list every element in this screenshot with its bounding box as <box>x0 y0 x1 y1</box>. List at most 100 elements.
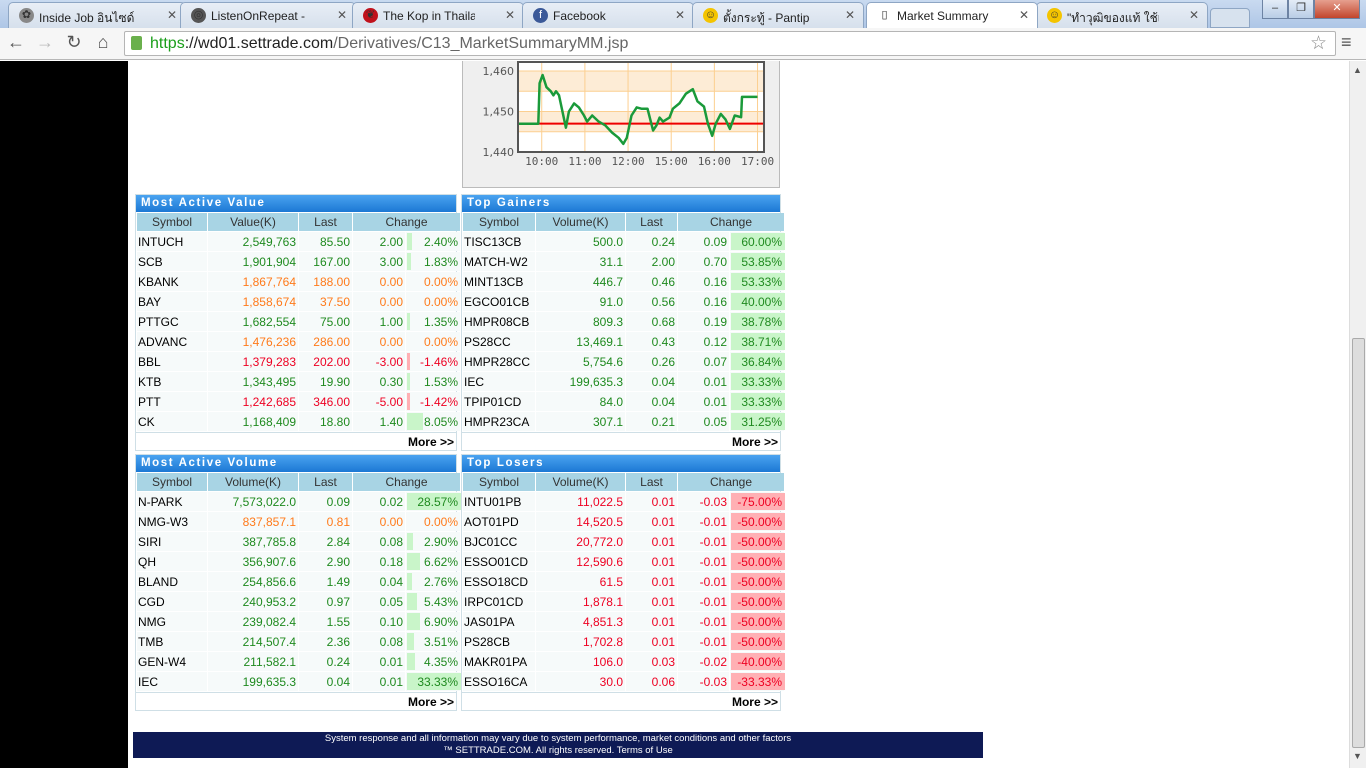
column-header[interactable]: Change <box>353 473 461 491</box>
table-row[interactable]: N-PARK 7,573,022.0 0.09 0.02 28.57% <box>137 492 462 511</box>
symbol-link[interactable]: INTU01PB <box>463 492 535 511</box>
more-link[interactable]: More >> <box>462 692 780 710</box>
symbol-link[interactable]: BBL <box>137 352 207 371</box>
table-row[interactable]: INTUCH 2,549,763 85.50 2.00 2.40% <box>137 232 461 251</box>
column-header[interactable]: Volume(K) <box>536 213 625 231</box>
bookmark-star-icon[interactable]: ☆ <box>1310 32 1327 55</box>
browser-tab[interactable]: ◎ ListenOnRepeat - Bedr ✕ <box>180 2 356 28</box>
table-row[interactable]: JAS01PA 4,851.3 0.01 -0.01 -50.00% <box>463 612 786 631</box>
table-row[interactable]: BJC01CC 20,772.0 0.01 -0.01 -50.00% <box>463 532 786 551</box>
table-row[interactable]: PS28CC 13,469.1 0.43 0.12 38.71% <box>463 332 786 351</box>
more-link[interactable]: More >> <box>462 432 780 450</box>
browser-tab[interactable]: ✿ Inside Job อินไซด์ จ็อบ ✕ <box>8 2 186 28</box>
address-bar[interactable]: https://wd01.settrade.com/Derivatives/C1… <box>124 31 1336 56</box>
browser-tab[interactable]: ▯ Market Summary ✕ <box>866 2 1038 28</box>
more-link[interactable]: More >> <box>136 692 456 710</box>
symbol-link[interactable]: ESSO01CD <box>463 552 535 571</box>
tab-close-icon[interactable]: ✕ <box>1019 8 1029 22</box>
symbol-link[interactable]: HMPR28CC <box>463 352 535 371</box>
symbol-link[interactable]: TISC13CB <box>463 232 535 251</box>
table-row[interactable]: HMPR23CA 307.1 0.21 0.05 31.25% <box>463 412 786 431</box>
table-row[interactable]: NMG 239,082.4 1.55 0.10 6.90% <box>137 612 461 631</box>
tab-close-icon[interactable]: ✕ <box>1189 8 1199 22</box>
column-header[interactable]: Symbol <box>137 213 207 231</box>
reload-icon[interactable]: ↻ <box>62 32 86 53</box>
symbol-link[interactable]: BLAND <box>137 572 207 591</box>
symbol-link[interactable]: QH <box>137 552 207 571</box>
symbol-link[interactable]: AOT01PD <box>463 512 535 531</box>
scroll-up-arrow[interactable]: ▲ <box>1353 65 1362 75</box>
maximize-button[interactable]: ❐ <box>1288 0 1314 19</box>
symbol-link[interactable]: TPIP01CD <box>463 392 535 411</box>
column-header[interactable]: Volume(K) <box>208 473 298 491</box>
table-row[interactable]: ESSO16CA 30.0 0.06 -0.03 -33.33% <box>463 672 786 691</box>
symbol-link[interactable]: N-PARK <box>137 492 207 511</box>
tab-close-icon[interactable]: ✕ <box>505 8 515 22</box>
table-row[interactable]: HMPR08CB 809.3 0.68 0.19 38.78% <box>463 312 786 331</box>
menu-icon[interactable]: ≡ <box>1341 32 1352 53</box>
scroll-down-arrow[interactable]: ▼ <box>1353 751 1362 761</box>
symbol-link[interactable]: HMPR23CA <box>463 412 535 431</box>
table-row[interactable]: CGD 240,953.2 0.97 0.05 5.43% <box>137 592 461 611</box>
table-row[interactable]: TPIP01CD 84.0 0.04 0.01 33.33% <box>463 392 786 411</box>
minimize-button[interactable]: – <box>1262 0 1288 19</box>
table-row[interactable]: KTB 1,343,495 19.90 0.30 1.53% <box>137 372 461 391</box>
browser-tab[interactable]: ☺ "ทำวุฒิของแท้ ใช้เรียน ✕ <box>1036 2 1208 28</box>
table-row[interactable]: MATCH-W2 31.1 2.00 0.70 53.85% <box>463 252 786 271</box>
tab-close-icon[interactable]: ✕ <box>845 8 855 22</box>
table-row[interactable]: TMB 214,507.4 2.36 0.08 3.51% <box>137 632 461 651</box>
table-row[interactable]: NMG-W3 837,857.1 0.81 0.00 0.00% <box>137 512 461 531</box>
column-header[interactable]: Last <box>299 473 352 491</box>
column-header[interactable]: Change <box>678 473 785 491</box>
more-link[interactable]: More >> <box>136 432 456 450</box>
forward-icon[interactable]: → <box>33 32 57 53</box>
symbol-link[interactable]: MINT13CB <box>463 272 535 291</box>
table-row[interactable]: PS28CB 1,702.8 0.01 -0.01 -50.00% <box>463 632 786 651</box>
symbol-link[interactable]: BJC01CC <box>463 532 535 551</box>
symbol-link[interactable]: PS28CC <box>463 332 535 351</box>
table-row[interactable]: BBL 1,379,283 202.00 -3.00 -1.46% <box>137 352 461 371</box>
column-header[interactable]: Value(K) <box>208 213 298 231</box>
table-row[interactable]: HMPR28CC 5,754.6 0.26 0.07 36.84% <box>463 352 786 371</box>
tab-close-icon[interactable]: ✕ <box>167 8 177 22</box>
table-row[interactable]: KBANK 1,867,764 188.00 0.00 0.00% <box>137 272 461 291</box>
table-row[interactable]: ESSO18CD 61.5 0.01 -0.01 -50.00% <box>463 572 786 591</box>
symbol-link[interactable]: CK <box>137 412 207 431</box>
table-row[interactable]: AOT01PD 14,520.5 0.01 -0.01 -50.00% <box>463 512 786 531</box>
symbol-link[interactable]: HMPR08CB <box>463 312 535 331</box>
symbol-link[interactable]: NMG-W3 <box>137 512 207 531</box>
column-header[interactable]: Last <box>299 213 352 231</box>
table-row[interactable]: CK 1,168,409 18.80 1.40 8.05% <box>137 412 461 431</box>
symbol-link[interactable]: KTB <box>137 372 207 391</box>
column-header[interactable]: Last <box>626 213 677 231</box>
symbol-link[interactable]: TMB <box>137 632 207 651</box>
table-row[interactable]: IEC 199,635.3 0.04 0.01 33.33% <box>463 372 786 391</box>
table-row[interactable]: EGCO01CB 91.0 0.56 0.16 40.00% <box>463 292 786 311</box>
symbol-link[interactable]: ESSO18CD <box>463 572 535 591</box>
table-row[interactable]: MAKR01PA 106.0 0.03 -0.02 -40.00% <box>463 652 786 671</box>
table-row[interactable]: ADVANC 1,476,236 286.00 0.00 0.00% <box>137 332 461 351</box>
table-row[interactable]: BAY 1,858,674 37.50 0.00 0.00% <box>137 292 461 311</box>
scrollbar-thumb[interactable] <box>1352 338 1365 748</box>
symbol-link[interactable]: PTT <box>137 392 207 411</box>
table-row[interactable]: PTT 1,242,685 346.00 -5.00 -1.42% <box>137 392 461 411</box>
symbol-link[interactable]: BAY <box>137 292 207 311</box>
close-window-button[interactable]: ✕ <box>1314 0 1360 19</box>
symbol-link[interactable]: NMG <box>137 612 207 631</box>
browser-tab[interactable]: ☺ ตั้งกระทู้ - Pantip ✕ <box>692 2 864 28</box>
symbol-link[interactable]: ADVANC <box>137 332 207 351</box>
table-row[interactable]: QH 356,907.6 2.90 0.18 6.62% <box>137 552 461 571</box>
column-header[interactable]: Symbol <box>463 213 535 231</box>
table-row[interactable]: ESSO01CD 12,590.6 0.01 -0.01 -50.00% <box>463 552 786 571</box>
new-tab-button[interactable] <box>1210 8 1250 28</box>
symbol-link[interactable]: SCB <box>137 252 207 271</box>
scrollbar[interactable]: ▲ ▼ <box>1349 61 1366 768</box>
table-row[interactable]: GEN-W4 211,582.1 0.24 0.01 4.35% <box>137 652 461 671</box>
table-row[interactable]: INTU01PB 11,022.5 0.01 -0.03 -75.00% <box>463 492 786 511</box>
tab-close-icon[interactable]: ✕ <box>675 8 685 22</box>
column-header[interactable]: Volume(K) <box>536 473 625 491</box>
table-row[interactable]: BLAND 254,856.6 1.49 0.04 2.76% <box>137 572 461 591</box>
symbol-link[interactable]: ESSO16CA <box>463 672 535 691</box>
table-row[interactable]: MINT13CB 446.7 0.46 0.16 53.33% <box>463 272 786 291</box>
symbol-link[interactable]: PTTGC <box>137 312 207 331</box>
